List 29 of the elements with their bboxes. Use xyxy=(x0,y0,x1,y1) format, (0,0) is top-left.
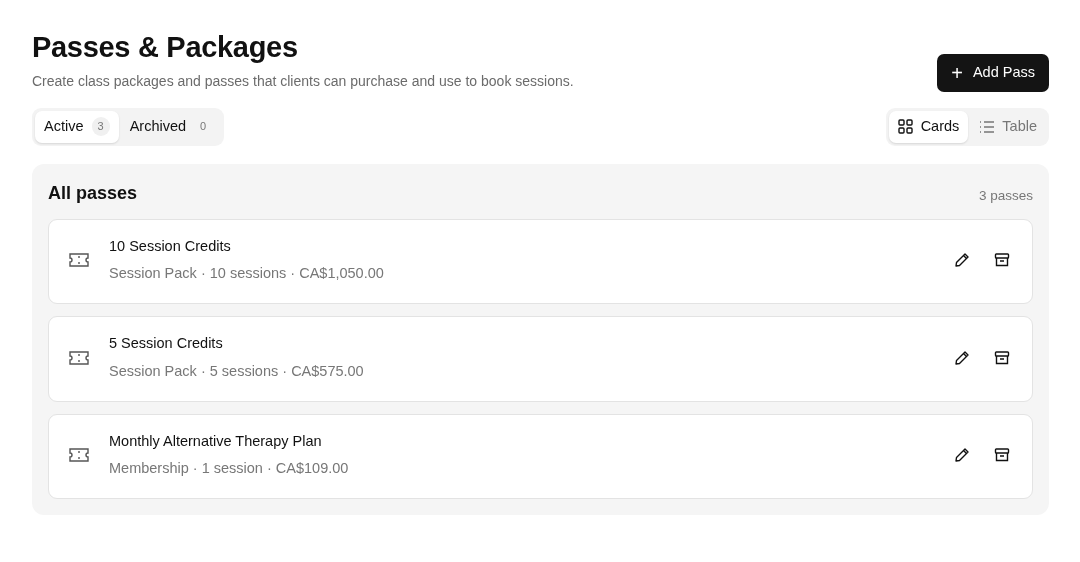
pass-details: Membership · 1 session · CA$109.00 xyxy=(109,459,350,479)
archive-icon xyxy=(994,349,1010,366)
pass-name: 5 Session Credits xyxy=(109,334,224,354)
add-pass-button[interactable]: + Add Pass xyxy=(937,54,1049,92)
edit-icon xyxy=(954,252,970,269)
panel-title: All passes xyxy=(48,181,138,205)
page-subtitle: Create class packages and passes that clients can purchase and use to book sessions. xyxy=(32,71,574,91)
pass-name: 10 Session Credits xyxy=(109,236,232,256)
ticket-icon xyxy=(69,448,89,463)
list-icon xyxy=(979,120,995,133)
view-toggle[interactable]: Cards xyxy=(888,110,969,143)
tab-count: 3 xyxy=(91,117,110,136)
archive-icon xyxy=(994,447,1010,464)
pass-details: Session Pack · 5 sessions · CA$575.00 xyxy=(109,361,365,381)
plus-icon: + xyxy=(951,62,963,83)
page-title: Passes & Packages xyxy=(32,30,299,65)
pass-name: Monthly Alternative Therapy Plan xyxy=(109,431,323,451)
grid-icon xyxy=(897,119,913,135)
edit-icon xyxy=(954,349,970,366)
tab-count: 0 xyxy=(199,119,208,135)
ticket-icon xyxy=(69,253,89,268)
status-tab[interactable]: Active 3 xyxy=(35,110,119,143)
archive-icon xyxy=(994,252,1010,269)
pass-details: Session Pack · 10 sessions · CA$1,050.00 xyxy=(109,264,385,284)
ticket-icon xyxy=(69,350,89,365)
edit-icon xyxy=(954,447,970,464)
pass-count: 3 passes xyxy=(978,187,1033,206)
view-toggle[interactable]: Table xyxy=(970,110,1046,143)
status-tab[interactable]: Archived 0 xyxy=(120,110,222,143)
